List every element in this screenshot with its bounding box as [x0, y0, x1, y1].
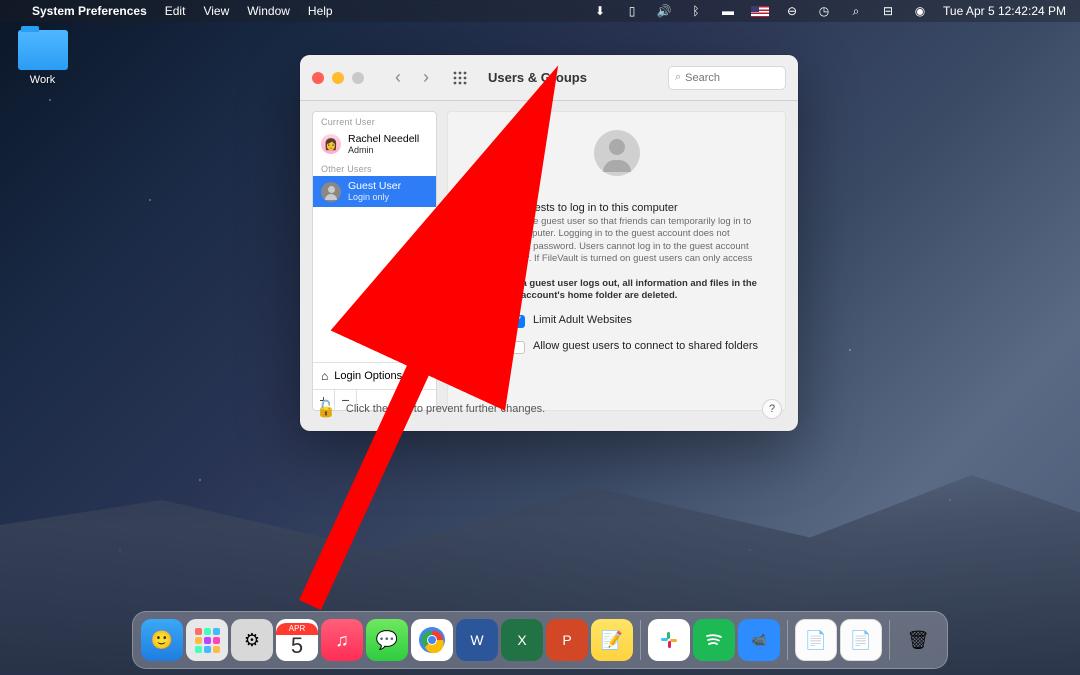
dock-separator	[640, 620, 641, 660]
current-user-role: Admin	[348, 145, 419, 155]
dropbox-icon[interactable]: ⬇	[591, 4, 609, 18]
launchpad-icon	[195, 628, 220, 653]
dock-calendar[interactable]: APR5	[276, 619, 318, 661]
dock-excel[interactable]: X	[501, 619, 543, 661]
battery-status-icon[interactable]: ▯	[623, 4, 641, 18]
lock-row: 🔓 Click the lock to prevent further chan…	[316, 399, 782, 419]
home-icon: ⌂	[321, 369, 328, 383]
desktop-background: System Preferences Edit View Window Help…	[0, 0, 1080, 675]
window-zoom-button	[352, 72, 364, 84]
preferences-window: ‹ › Users & Groups ⌕ Current User 👩	[300, 55, 798, 431]
current-user-row[interactable]: 👩 Rachel Needell Admin	[313, 129, 436, 159]
battery-icon[interactable]: ▬	[719, 4, 737, 18]
work-folder[interactable]: Work	[15, 30, 70, 86]
chrome-icon	[417, 625, 447, 655]
other-users-header: Other Users	[313, 159, 436, 176]
guest-avatar-icon	[321, 182, 341, 202]
show-all-button[interactable]	[448, 65, 472, 91]
shared-folders-label: Allow guest users to connect to shared f…	[533, 340, 761, 352]
search-icon: ⌕	[675, 71, 681, 84]
search-input[interactable]	[685, 72, 779, 84]
dock-finder[interactable]: 🙂	[141, 619, 183, 661]
guest-user-role: Login only	[348, 192, 401, 202]
admin-avatar-icon: 👩	[321, 134, 341, 154]
wifi-icon[interactable]: ⊖	[783, 4, 801, 18]
datetime-label[interactable]: Tue Apr 5 12:42:24 PM	[943, 4, 1066, 18]
grid-icon	[453, 71, 467, 85]
dock-powerpoint[interactable]: P	[546, 619, 588, 661]
bluetooth-icon[interactable]: ᛒ	[687, 4, 705, 18]
help-button[interactable]: ?	[762, 399, 782, 419]
dock-separator-3	[889, 620, 890, 660]
users-sidebar: Current User 👩 Rachel Needell Admin Othe…	[312, 111, 437, 411]
dock-system-preferences[interactable]: ⚙	[231, 619, 273, 661]
spotify-icon	[701, 627, 727, 653]
guest-user-name: Guest User	[348, 180, 401, 192]
limit-adult-label: Limit Adult Websites	[533, 314, 761, 326]
dock-stickies[interactable]: 📝	[591, 619, 633, 661]
dock-chrome[interactable]	[411, 619, 453, 661]
guest-settings-pane: Allow guests to log in to this computer …	[447, 111, 786, 411]
window-titlebar[interactable]: ‹ › Users & Groups ⌕	[300, 55, 798, 101]
allow-guest-login-description: Enable the guest user so that friends ca…	[493, 216, 761, 278]
shared-folders-checkbox[interactable]	[512, 341, 525, 354]
siri-icon[interactable]: ◉	[911, 4, 929, 18]
guest-user-row[interactable]: Guest User Login only	[313, 176, 436, 206]
dock-separator-2	[787, 620, 788, 660]
lock-text: Click the lock to prevent further change…	[346, 403, 545, 415]
dock-music[interactable]: ♫	[321, 619, 363, 661]
dock-slack[interactable]	[648, 619, 690, 661]
clock-icon[interactable]: ◷	[815, 4, 833, 18]
input-flag-icon[interactable]	[751, 6, 769, 17]
dock-word[interactable]: W	[456, 619, 498, 661]
login-options-row[interactable]: ⌂ Login Options	[313, 363, 436, 390]
window-menu[interactable]: Window	[247, 4, 290, 18]
allow-guest-login-warning: When a guest user logs out, all informat…	[493, 278, 761, 303]
volume-icon[interactable]: 🔊	[655, 4, 673, 18]
login-options-label: Login Options	[334, 370, 402, 382]
dock-recent-document-1[interactable]: 📄	[795, 619, 837, 661]
view-menu[interactable]: View	[203, 4, 229, 18]
app-menu[interactable]: System Preferences	[32, 4, 147, 18]
allow-guest-login-label: Allow guests to log in to this computer	[493, 202, 761, 214]
lock-icon[interactable]: 🔓	[316, 399, 336, 419]
dock-trash[interactable]: 🗑	[897, 619, 939, 661]
folder-icon	[18, 30, 68, 70]
search-box[interactable]: ⌕	[668, 66, 786, 90]
back-button[interactable]: ‹	[386, 65, 410, 91]
dock-recent-document-2[interactable]: 📄	[840, 619, 882, 661]
edit-menu[interactable]: Edit	[165, 4, 186, 18]
dock-messages[interactable]: 💬	[366, 619, 408, 661]
slack-icon	[657, 628, 681, 652]
help-menu[interactable]: Help	[308, 4, 333, 18]
folder-label: Work	[30, 74, 55, 86]
control-center-icon[interactable]: ⊟	[879, 4, 897, 18]
window-close-button[interactable]	[312, 72, 324, 84]
window-minimize-button[interactable]	[332, 72, 344, 84]
window-title: Users & Groups	[488, 70, 587, 85]
dock-launchpad[interactable]	[186, 619, 228, 661]
dock-zoom[interactable]: 📹	[738, 619, 780, 661]
current-user-name: Rachel Needell	[348, 133, 419, 145]
allow-guest-login-checkbox[interactable]	[472, 203, 485, 216]
guest-large-avatar-icon[interactable]	[594, 130, 640, 176]
forward-button[interactable]: ›	[414, 65, 438, 91]
spotlight-icon[interactable]: ⌕	[847, 4, 865, 19]
menubar: System Preferences Edit View Window Help…	[0, 0, 1080, 22]
limit-adult-checkbox[interactable]	[512, 315, 525, 328]
dock: 🙂 ⚙ APR5 ♫ 💬 W X P 📝 📹 📄 📄 🗑	[132, 611, 948, 669]
current-user-header: Current User	[313, 112, 436, 129]
dock-spotify[interactable]	[693, 619, 735, 661]
